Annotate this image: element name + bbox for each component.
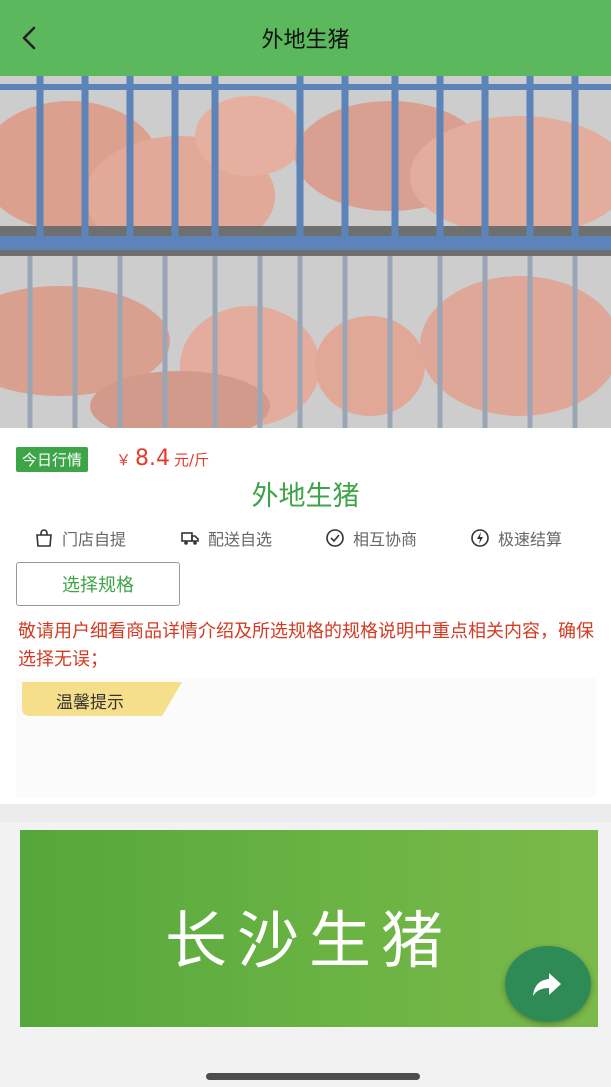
price-unit: 元/斤: [174, 451, 210, 469]
currency-symbol: ￥: [116, 451, 132, 469]
chevron-left-icon: [22, 26, 36, 50]
check-circle-icon: [326, 529, 344, 547]
product-name: 外地生猪: [251, 481, 360, 512]
feature-label: 相互协商: [353, 530, 418, 549]
home-indicator: [206, 1073, 420, 1080]
feature-label: 极速结算: [498, 530, 563, 549]
back-button[interactable]: [14, 22, 46, 54]
tips-label: 温馨提示: [56, 693, 124, 713]
feature-negotiate: 相互协商: [325, 526, 417, 550]
lightning-icon: [471, 529, 489, 547]
notice-text: 敬请用户细看商品详情介绍及所选规格的规格说明中重点相关内容，确保选择无误；: [18, 621, 594, 670]
feature-delivery: 配送自选: [180, 526, 272, 550]
price: ￥ 8.4 元/斤: [116, 446, 209, 471]
select-spec-button[interactable]: 选择规格: [16, 562, 180, 606]
tips-section: 温馨提示: [16, 678, 596, 798]
product-photo: [0, 76, 611, 428]
page-title: 外地生猪: [261, 28, 350, 53]
top-nav-bar: 外地生猪: [0, 0, 611, 76]
share-arrow-icon: [533, 973, 561, 996]
share-button[interactable]: [505, 946, 591, 1022]
feature-list: 门店自提 配送自选 相互协商 极速结算: [0, 526, 611, 550]
shopping-bag-icon: [36, 529, 52, 547]
product-info-panel: 今日行情 ￥ 8.4 元/斤 外地生猪 门店自提 配送自选 相互协商 极速结算 …: [0, 428, 611, 804]
product-image-carousel[interactable]: [0, 76, 611, 428]
section-divider: [0, 804, 611, 822]
tips-tag: 温馨提示: [22, 682, 182, 722]
market-badge: 今日行情: [16, 447, 89, 472]
feature-pickup: 门店自提: [34, 526, 126, 550]
feature-label: 配送自选: [208, 530, 273, 549]
delivery-truck-icon: [181, 532, 199, 545]
feature-settlement: 极速结算: [470, 526, 562, 550]
price-value: 8.4: [135, 446, 171, 471]
feature-label: 门店自提: [62, 530, 127, 549]
